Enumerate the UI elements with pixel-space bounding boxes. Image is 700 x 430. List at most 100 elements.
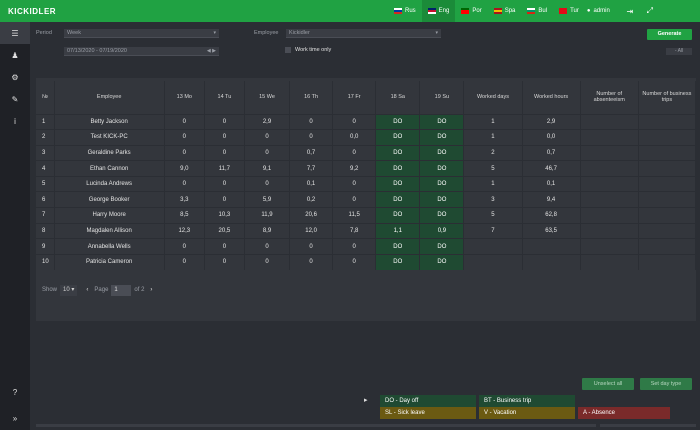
logout-icon[interactable]: ⇥ [620,7,640,16]
table-cell[interactable]: 0 [204,113,245,130]
column-header[interactable]: 17 Fr [332,81,377,114]
user-menu[interactable]: ● admin [587,8,610,14]
table-cell[interactable]: 0 [244,175,291,192]
date-range-field[interactable]: 07/13/2020 - 07/19/2020 ◀ ▶ [64,47,219,56]
table-cell[interactable]: 0 [244,238,291,255]
language-tur[interactable]: Tur [553,0,585,22]
wrench-icon[interactable]: ✎ [0,88,30,110]
table-cell[interactable]: DO [375,144,421,161]
table-cell[interactable]: 0 [289,253,334,270]
table-cell[interactable]: 11,9 [244,207,291,224]
set-day-type-button[interactable]: Set day type [640,378,692,390]
table-cell[interactable]: DO [375,113,421,130]
table-cell[interactable]: 0 [164,175,205,192]
table-cell[interactable]: DO [375,129,421,146]
table-cell[interactable]: 0 [332,113,377,130]
table-cell[interactable]: DO [375,175,421,192]
legend-toggle-icon[interactable]: ▸ [364,396,368,404]
column-header[interactable]: 18 Sa [375,81,421,114]
table-cell[interactable]: DO [375,238,421,255]
table-cell[interactable]: 0 [204,191,245,208]
table-cell[interactable]: DO [419,113,465,130]
table-cell[interactable]: 0 [164,238,205,255]
column-header[interactable]: Worked hours [522,81,581,114]
table-cell[interactable]: DO [419,238,465,255]
table-cell[interactable]: 3,3 [164,191,205,208]
table-cell[interactable]: 0,9 [419,222,465,239]
column-header[interactable]: 15 We [244,81,291,114]
period-select[interactable]: Week ▾ [64,29,219,38]
table-cell[interactable]: 0 [244,253,291,270]
generate-button[interactable]: Generate [647,29,692,40]
table-cell[interactable]: 11,5 [332,207,377,224]
table-cell[interactable]: 11,7 [204,160,245,177]
table-cell[interactable]: 0,0 [332,129,377,146]
table-cell[interactable]: DO [375,207,421,224]
table-cell[interactable]: 0,2 [289,191,334,208]
table-cell[interactable]: 0 [289,238,334,255]
column-header[interactable]: 14 Tu [204,81,245,114]
table-cell[interactable]: 0 [204,238,245,255]
table-cell[interactable]: 0 [164,113,205,130]
column-header[interactable]: Number of business trips [638,81,697,114]
table-cell[interactable]: 2,9 [244,113,291,130]
table-cell[interactable]: 0 [332,175,377,192]
table-cell[interactable]: 0 [244,129,291,146]
table-cell[interactable]: 0 [289,129,334,146]
prev-page-button[interactable]: ‹ [86,287,88,293]
table-cell[interactable]: 9,2 [332,160,377,177]
table-cell[interactable]: 0 [164,253,205,270]
horizontal-scrollbar-right[interactable] [600,424,696,427]
table-cell[interactable]: DO [419,160,465,177]
table-cell[interactable]: 0 [204,129,245,146]
table-cell[interactable]: 20,6 [289,207,334,224]
table-cell[interactable]: 0 [204,175,245,192]
table-cell[interactable]: 20,5 [204,222,245,239]
table-cell[interactable]: DO [419,144,465,161]
table-cell[interactable]: 0,7 [289,144,334,161]
column-header[interactable]: 16 Th [289,81,334,114]
table-cell[interactable]: 0 [289,113,334,130]
language-spa[interactable]: Spa [488,0,522,22]
table-cell[interactable]: 0 [332,191,377,208]
table-cell[interactable]: 0 [244,144,291,161]
table-cell[interactable]: 10,3 [204,207,245,224]
table-cell[interactable]: DO [419,175,465,192]
table-cell[interactable]: DO [375,253,421,270]
page-input[interactable]: 1 [111,284,132,296]
table-cell[interactable]: 8,9 [244,222,291,239]
table-cell[interactable]: 7,8 [332,222,377,239]
table-cell[interactable]: 12,0 [289,222,334,239]
table-cell[interactable]: 8,5 [164,207,205,224]
fullscreen-icon[interactable]: ⤢ [640,6,660,16]
table-cell[interactable]: 0 [332,144,377,161]
work-time-only-checkbox[interactable] [285,47,291,53]
table-cell[interactable]: 9,0 [164,160,205,177]
table-cell[interactable]: DO [375,191,421,208]
all-button[interactable]: - All [666,48,692,55]
language-eng[interactable]: Eng [421,0,456,22]
table-cell[interactable]: 0 [164,129,205,146]
table-cell[interactable]: 0 [332,253,377,270]
page-size-select[interactable]: 10 ▾ [60,284,78,296]
table-cell[interactable]: 9,1 [244,160,291,177]
table-cell[interactable]: DO [419,129,465,146]
next-page-button[interactable]: › [150,287,152,293]
info-icon[interactable]: i [0,110,30,132]
table-cell[interactable]: DO [419,253,465,270]
table-cell[interactable]: 7,7 [289,160,334,177]
language-rus[interactable]: Rus [388,0,422,22]
user-icon[interactable]: ♟ [0,44,30,66]
table-cell[interactable]: DO [419,207,465,224]
table-cell[interactable]: 0 [164,144,205,161]
employee-select[interactable]: Kickidler ▾ [286,29,441,38]
column-header[interactable]: Number of absenteeism [580,81,639,114]
column-header[interactable]: 19 Su [419,81,465,114]
menu-icon[interactable]: ☰ [0,22,30,44]
language-por[interactable]: Por [455,0,487,22]
expand-sidebar-icon[interactable]: » [0,414,30,423]
column-header[interactable]: 13 Mo [164,81,205,114]
table-cell[interactable]: 0 [204,253,245,270]
table-cell[interactable]: 1,1 [375,222,421,239]
table-cell[interactable]: 0,1 [289,175,334,192]
